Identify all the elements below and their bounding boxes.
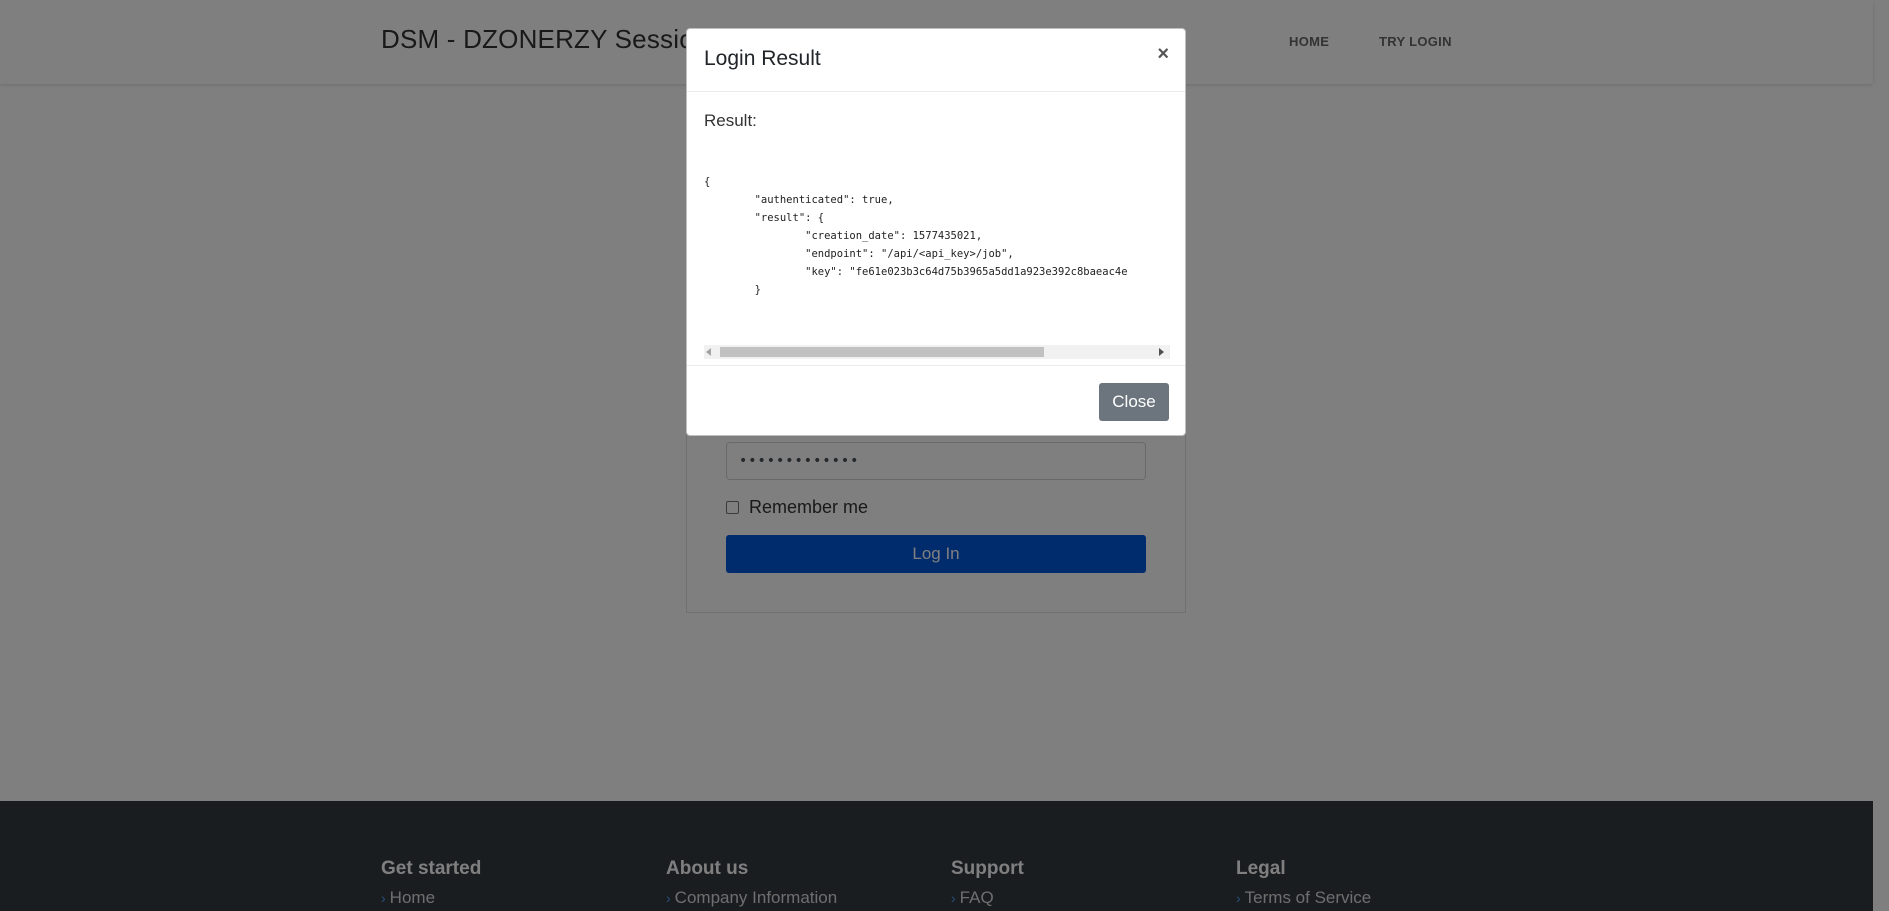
- modal-header: Login Result ×: [687, 29, 1185, 92]
- horizontal-scrollbar[interactable]: [704, 345, 1170, 359]
- result-code-block: { "authenticated": true, "result": { "cr…: [704, 173, 1170, 303]
- close-icon[interactable]: ×: [1157, 43, 1169, 66]
- close-button[interactable]: Close: [1099, 383, 1169, 421]
- modal-body: Result: { "authenticated": true, "result…: [687, 92, 1185, 394]
- scroll-left-arrow-icon[interactable]: [706, 348, 711, 356]
- modal-footer: Close: [687, 365, 1185, 435]
- result-json: { "authenticated": true, "result": { "cr…: [704, 176, 1128, 303]
- scrollbar-thumb[interactable]: [720, 347, 1044, 357]
- scroll-right-arrow-icon[interactable]: [1159, 348, 1164, 356]
- login-result-modal: Login Result × Result: { "authenticated"…: [686, 28, 1186, 436]
- modal-title: Login Result: [704, 47, 821, 70]
- result-label: Result:: [704, 111, 757, 130]
